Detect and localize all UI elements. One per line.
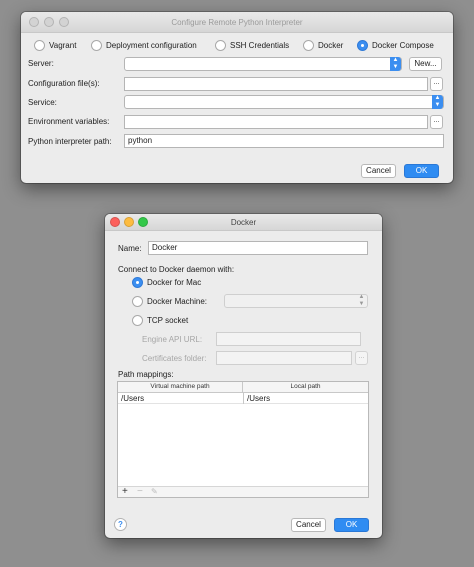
new-server-button[interactable]: New... bbox=[409, 57, 442, 71]
config-files-browse-button[interactable]: ... bbox=[430, 77, 443, 91]
minimize-window-button[interactable] bbox=[44, 17, 54, 27]
radio-ssh-credentials[interactable] bbox=[215, 40, 226, 51]
radio-docker-compose[interactable] bbox=[357, 40, 368, 51]
table-cell-vm-path[interactable]: /Users bbox=[121, 394, 144, 403]
zoom-window-button[interactable] bbox=[138, 217, 148, 227]
radio-label-ssh-credentials[interactable]: SSH Credentials bbox=[230, 41, 289, 50]
minimize-window-button[interactable] bbox=[124, 217, 134, 227]
config-files-field[interactable] bbox=[124, 77, 428, 91]
service-label: Service: bbox=[28, 98, 57, 107]
cancel-button[interactable]: Cancel bbox=[361, 164, 396, 178]
close-window-button[interactable] bbox=[110, 217, 120, 227]
table-row[interactable]: /Users /Users bbox=[118, 393, 368, 404]
radio-label-docker-machine[interactable]: Docker Machine: bbox=[147, 297, 207, 306]
close-window-button[interactable] bbox=[29, 17, 39, 27]
name-label: Name: bbox=[118, 244, 142, 253]
interpreter-path-label: Python interpreter path: bbox=[28, 137, 112, 146]
window-title: Configure Remote Python Interpreter bbox=[171, 18, 303, 27]
server-select[interactable]: ▲ ▼ bbox=[124, 57, 402, 71]
server-label: Server: bbox=[28, 59, 54, 68]
window-titlebar: Configure Remote Python Interpreter bbox=[21, 12, 453, 33]
dialog-titlebar: Docker bbox=[105, 214, 382, 231]
radio-label-vagrant[interactable]: Vagrant bbox=[49, 41, 76, 50]
radio-deployment-configuration[interactable] bbox=[91, 40, 102, 51]
docker-machine-select[interactable]: ▲ ▼ bbox=[224, 294, 368, 308]
dialog-cancel-button[interactable]: Cancel bbox=[291, 518, 326, 532]
engine-api-url-field[interactable] bbox=[216, 332, 361, 346]
interpreter-path-field[interactable]: python bbox=[124, 134, 444, 148]
env-vars-browse-button[interactable]: ... bbox=[430, 115, 443, 129]
column-header-local-path[interactable]: Local path bbox=[243, 382, 368, 392]
radio-docker-for-mac[interactable] bbox=[132, 277, 143, 288]
column-header-vm-path[interactable]: Virtual machine path bbox=[118, 382, 243, 392]
config-files-label: Configuration file(s): bbox=[28, 79, 100, 88]
docker-dialog: Docker Name: Docker Connect to Docker da… bbox=[105, 214, 382, 538]
env-vars-field[interactable] bbox=[124, 115, 428, 129]
env-vars-label: Environment variables: bbox=[28, 117, 110, 126]
name-field[interactable]: Docker bbox=[148, 241, 368, 255]
radio-docker[interactable] bbox=[303, 40, 314, 51]
ok-button[interactable]: OK bbox=[404, 164, 439, 178]
certificates-folder-label: Certificates folder: bbox=[142, 354, 207, 363]
engine-api-url-label: Engine API URL: bbox=[142, 335, 203, 344]
radio-tcp-socket[interactable] bbox=[132, 315, 143, 326]
certificates-browse-button[interactable]: ... bbox=[355, 351, 368, 365]
help-button[interactable]: ? bbox=[114, 518, 127, 531]
configure-interpreter-window: Configure Remote Python Interpreter Vagr… bbox=[21, 12, 453, 183]
remove-icon[interactable]: − bbox=[137, 487, 143, 497]
connect-label: Connect to Docker daemon with: bbox=[118, 265, 235, 274]
table-cell-local-path[interactable]: /Users bbox=[247, 394, 270, 403]
table-toolbar: + − ✎ bbox=[118, 486, 368, 497]
dialog-ok-button[interactable]: OK bbox=[334, 518, 369, 532]
service-select[interactable]: ▲ ▼ bbox=[124, 95, 444, 109]
radio-label-tcp-socket[interactable]: TCP socket bbox=[147, 316, 188, 325]
chevron-updown-icon: ▲ ▼ bbox=[358, 294, 365, 307]
dialog-title: Docker bbox=[230, 218, 257, 227]
zoom-window-button[interactable] bbox=[59, 17, 69, 27]
chevron-updown-icon: ▲ ▼ bbox=[432, 95, 443, 109]
radio-label-docker-compose[interactable]: Docker Compose bbox=[372, 41, 434, 50]
window-controls bbox=[110, 217, 148, 227]
table-header: Virtual machine path Local path bbox=[118, 382, 368, 393]
path-mappings-table: Virtual machine path Local path /Users /… bbox=[117, 381, 369, 498]
edit-icon[interactable]: ✎ bbox=[151, 487, 158, 497]
radio-label-docker-for-mac[interactable]: Docker for Mac bbox=[147, 278, 201, 287]
certificates-folder-field[interactable] bbox=[216, 351, 352, 365]
column-divider bbox=[243, 393, 244, 404]
radio-label-docker[interactable]: Docker bbox=[318, 41, 343, 50]
radio-docker-machine[interactable] bbox=[132, 296, 143, 307]
path-mappings-label: Path mappings: bbox=[118, 370, 174, 379]
radio-label-deployment-configuration[interactable]: Deployment configuration bbox=[106, 41, 197, 50]
add-icon[interactable]: + bbox=[122, 487, 128, 497]
window-controls bbox=[29, 17, 69, 27]
chevron-updown-icon: ▲ ▼ bbox=[390, 57, 401, 71]
radio-vagrant[interactable] bbox=[34, 40, 45, 51]
